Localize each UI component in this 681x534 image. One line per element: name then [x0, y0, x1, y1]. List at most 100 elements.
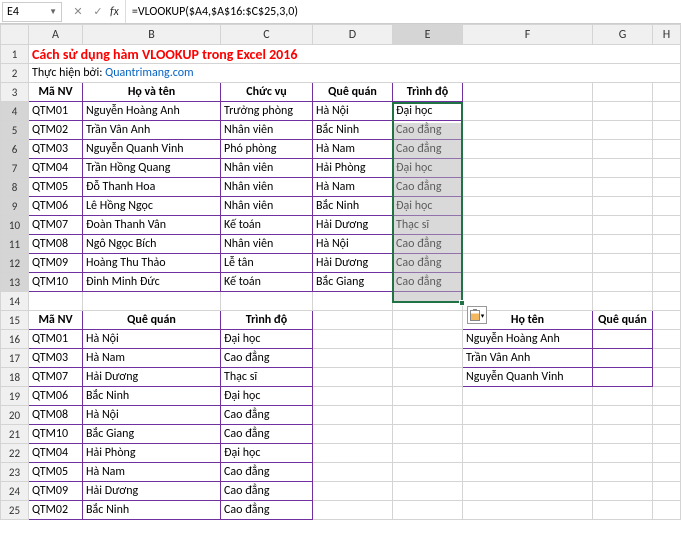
- cell[interactable]: Đại học: [393, 159, 463, 178]
- cell[interactable]: Hà Nội: [83, 406, 221, 425]
- cell[interactable]: [463, 121, 593, 140]
- cell[interactable]: Bắc Ninh: [83, 501, 221, 520]
- cell[interactable]: [653, 501, 681, 520]
- credit-cell[interactable]: Thực hiện bởi: Quantrimang.com: [29, 64, 681, 83]
- cell[interactable]: [463, 501, 593, 520]
- row-header[interactable]: 22: [1, 444, 29, 463]
- cell[interactable]: [313, 444, 393, 463]
- cell[interactable]: [653, 463, 681, 482]
- row-header[interactable]: 20: [1, 406, 29, 425]
- cell[interactable]: [653, 406, 681, 425]
- cell[interactable]: Cao đẳng: [393, 140, 463, 159]
- col-header-a[interactable]: A: [29, 25, 83, 45]
- cell[interactable]: Đinh Minh Đức: [83, 273, 221, 292]
- row-header[interactable]: 8: [1, 178, 29, 197]
- cell[interactable]: Bắc Giang: [83, 425, 221, 444]
- cell[interactable]: [463, 406, 593, 425]
- cell[interactable]: [653, 330, 681, 349]
- cell[interactable]: [653, 254, 681, 273]
- name-box[interactable]: E4 ▼: [2, 2, 62, 22]
- cell[interactable]: Lễ tân: [221, 254, 313, 273]
- cell[interactable]: [653, 121, 681, 140]
- cell[interactable]: [393, 463, 463, 482]
- cell[interactable]: Đỗ Thanh Hoa: [83, 178, 221, 197]
- cell[interactable]: [463, 102, 593, 121]
- col-header-f[interactable]: F: [463, 25, 593, 45]
- cell[interactable]: Đại học: [221, 330, 313, 349]
- cell[interactable]: Cao đẳng: [221, 425, 313, 444]
- row-header[interactable]: 18: [1, 368, 29, 387]
- cell[interactable]: Cao đẳng: [221, 349, 313, 368]
- cell[interactable]: [593, 83, 653, 102]
- cell[interactable]: [463, 235, 593, 254]
- cell[interactable]: Bắc Giang: [313, 273, 393, 292]
- cell[interactable]: [313, 501, 393, 520]
- row-header[interactable]: 25: [1, 501, 29, 520]
- cell[interactable]: [653, 444, 681, 463]
- row-header[interactable]: 23: [1, 463, 29, 482]
- cell[interactable]: QTM04: [29, 159, 83, 178]
- cell[interactable]: [29, 292, 83, 311]
- cell[interactable]: QTM05: [29, 178, 83, 197]
- cell[interactable]: [593, 102, 653, 121]
- cell[interactable]: Cao đẳng: [221, 406, 313, 425]
- cell[interactable]: Ngô Ngọc Bích: [83, 235, 221, 254]
- cell[interactable]: QTM09: [29, 482, 83, 501]
- row-header[interactable]: 17: [1, 349, 29, 368]
- cell[interactable]: Cao đẳng: [393, 235, 463, 254]
- cell[interactable]: [463, 197, 593, 216]
- cell[interactable]: Hà Nam: [83, 349, 221, 368]
- cell[interactable]: [593, 425, 653, 444]
- cell[interactable]: [593, 406, 653, 425]
- cell[interactable]: Quê quán: [593, 311, 653, 330]
- cell[interactable]: [653, 83, 681, 102]
- cell[interactable]: Nguyễn Quanh Vinh: [463, 368, 593, 387]
- row-header[interactable]: 21: [1, 425, 29, 444]
- col-header-e[interactable]: E: [393, 25, 463, 45]
- formula-input[interactable]: =VLOOKUP($A4,$A$16:$C$25,3,0): [125, 0, 681, 23]
- cell[interactable]: Đoàn Thanh Vân: [83, 216, 221, 235]
- cell[interactable]: Cao đẳng: [393, 178, 463, 197]
- col-header-h[interactable]: H: [653, 25, 681, 45]
- cell[interactable]: [463, 178, 593, 197]
- cell[interactable]: Bắc Ninh: [313, 197, 393, 216]
- row-header[interactable]: 13: [1, 273, 29, 292]
- cell[interactable]: QTM06: [29, 197, 83, 216]
- cell[interactable]: Bắc Ninh: [313, 121, 393, 140]
- row-header[interactable]: 11: [1, 235, 29, 254]
- cell[interactable]: Nguyễn Quanh Vinh: [83, 140, 221, 159]
- check-icon[interactable]: ✓: [90, 4, 106, 20]
- cell[interactable]: Đại học: [393, 197, 463, 216]
- cell[interactable]: Hải Dương: [313, 254, 393, 273]
- cell[interactable]: [653, 273, 681, 292]
- cell[interactable]: Trần Vân Anh: [463, 349, 593, 368]
- cell[interactable]: Hà Nội: [313, 102, 393, 121]
- select-all-corner[interactable]: [1, 25, 29, 45]
- cell[interactable]: [393, 406, 463, 425]
- cell[interactable]: [593, 235, 653, 254]
- row-header[interactable]: 16: [1, 330, 29, 349]
- cell[interactable]: Hải Phòng: [83, 444, 221, 463]
- cell[interactable]: QTM02: [29, 501, 83, 520]
- row-header[interactable]: 10: [1, 216, 29, 235]
- row-header[interactable]: 5: [1, 121, 29, 140]
- cell[interactable]: [463, 387, 593, 406]
- col-header-d[interactable]: D: [313, 25, 393, 45]
- cell[interactable]: Hải Dương: [313, 216, 393, 235]
- cell[interactable]: [653, 235, 681, 254]
- cell[interactable]: [653, 102, 681, 121]
- cell[interactable]: [593, 349, 653, 368]
- cell[interactable]: Hải Dương: [83, 482, 221, 501]
- cell[interactable]: [653, 292, 681, 311]
- title-cell[interactable]: Cách sử dụng hàm VLOOKUP trong Excel 201…: [29, 45, 681, 64]
- cell[interactable]: [593, 197, 653, 216]
- cell[interactable]: [593, 368, 653, 387]
- row-header[interactable]: 6: [1, 140, 29, 159]
- cell[interactable]: [393, 387, 463, 406]
- fill-handle[interactable]: [459, 300, 465, 306]
- cell[interactable]: [313, 387, 393, 406]
- cell[interactable]: QTM09: [29, 254, 83, 273]
- cell[interactable]: Hải Dương: [83, 368, 221, 387]
- cell[interactable]: Hoàng Thu Thảo: [83, 254, 221, 273]
- cell[interactable]: QTM08: [29, 406, 83, 425]
